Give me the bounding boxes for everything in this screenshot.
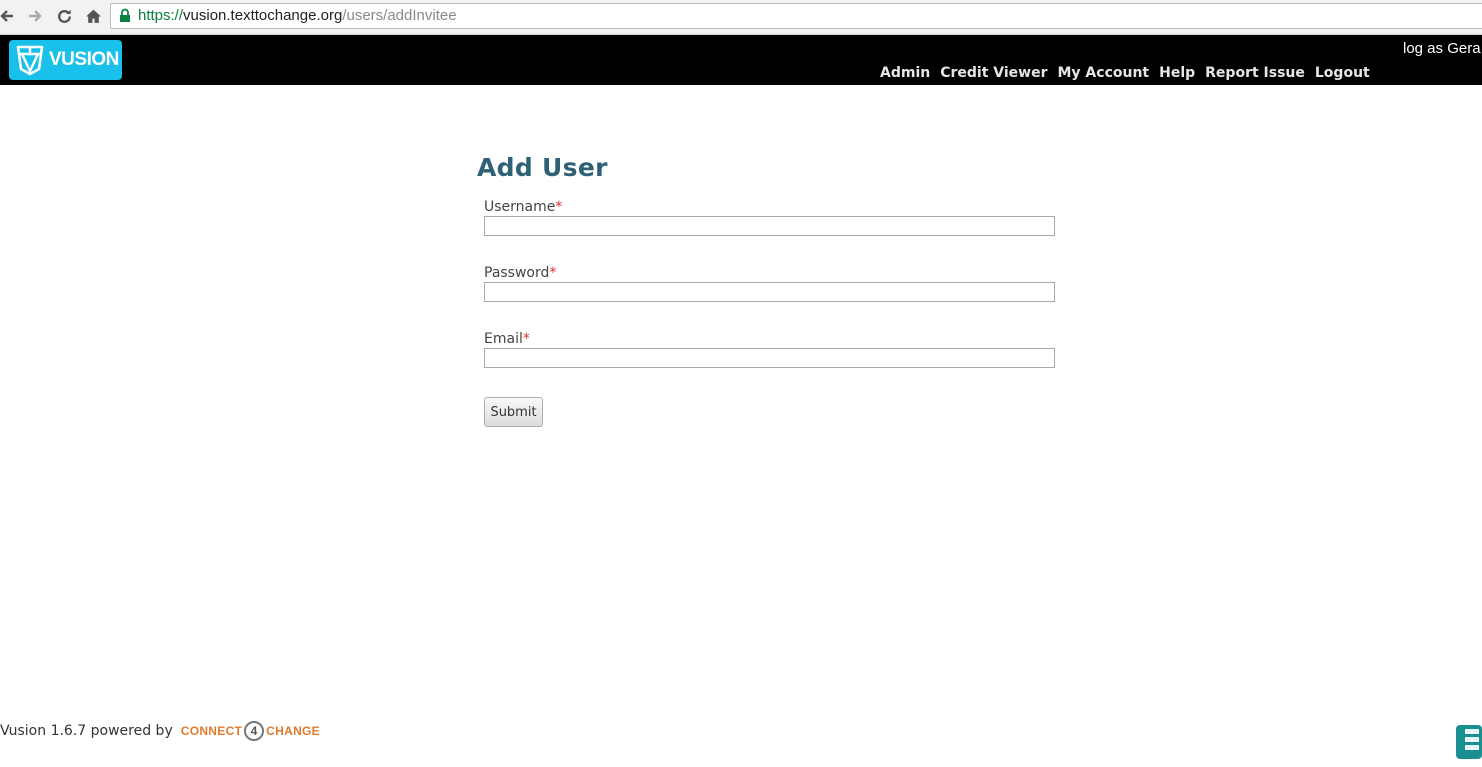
nav-report-issue[interactable]: Report Issue <box>1205 65 1305 81</box>
nav-logout[interactable]: Logout <box>1315 65 1370 81</box>
brand-number: 4 <box>244 721 265 741</box>
username-input[interactable] <box>484 216 1055 236</box>
reload-button[interactable] <box>53 5 75 27</box>
username-label-text: Username <box>484 199 556 215</box>
connect4change-logo[interactable]: CONNECT 4 CHANGE <box>181 721 320 741</box>
address-bar[interactable]: https://vusion.texttochange.org/users/ad… <box>110 3 1482 29</box>
nav-help[interactable]: Help <box>1159 65 1195 81</box>
lock-icon <box>120 8 130 22</box>
login-info: log as Gera <box>1403 40 1481 57</box>
corner-app-icon <box>1456 725 1482 759</box>
home-icon <box>85 9 101 23</box>
app-header: VUSION log as Gera Admin Credit Viewer M… <box>0 35 1482 85</box>
footer: Vusion 1.6.7 powered by CONNECT 4 CHANGE <box>0 721 320 741</box>
nav-admin[interactable]: Admin <box>880 65 930 81</box>
username-label: Username* <box>484 199 562 215</box>
email-label-text: Email <box>484 331 523 347</box>
password-label-text: Password <box>484 265 550 281</box>
nav-my-account[interactable]: My Account <box>1058 65 1150 81</box>
brand-part1: CONNECT <box>180 724 243 738</box>
browser-toolbar: https://vusion.texttochange.org/users/ad… <box>0 0 1482 35</box>
reload-icon <box>57 9 71 23</box>
email-label: Email* <box>484 331 530 347</box>
brand-part2: CHANGE <box>266 724 320 738</box>
version-text: Vusion 1.6.7 powered by <box>0 723 173 739</box>
url-scheme: https:// <box>138 7 184 24</box>
submit-button[interactable]: Submit <box>484 397 543 427</box>
back-arrow-icon <box>0 10 13 22</box>
url-host: vusion.texttochange.org <box>183 7 343 24</box>
vusion-logo-icon <box>16 45 44 76</box>
logo-text: VUSION <box>49 49 119 70</box>
url-text: https://vusion.texttochange.org/users/ad… <box>138 4 457 28</box>
home-button[interactable] <box>82 5 104 27</box>
password-label: Password* <box>484 265 556 281</box>
nav-credit-viewer[interactable]: Credit Viewer <box>940 65 1047 81</box>
page-title: Add User <box>477 153 608 182</box>
forward-button[interactable] <box>24 5 46 27</box>
required-marker: * <box>522 331 530 347</box>
vusion-logo[interactable]: VUSION <box>9 40 122 80</box>
required-marker: * <box>555 199 563 215</box>
email-input[interactable] <box>484 348 1055 368</box>
required-marker: * <box>549 265 557 281</box>
forward-arrow-icon <box>29 10 42 22</box>
password-input[interactable] <box>484 282 1055 302</box>
url-path: /users/addInvitee <box>342 7 457 24</box>
main-nav: Admin Credit Viewer My Account Help Repo… <box>880 65 1370 81</box>
back-button[interactable] <box>0 5 18 27</box>
